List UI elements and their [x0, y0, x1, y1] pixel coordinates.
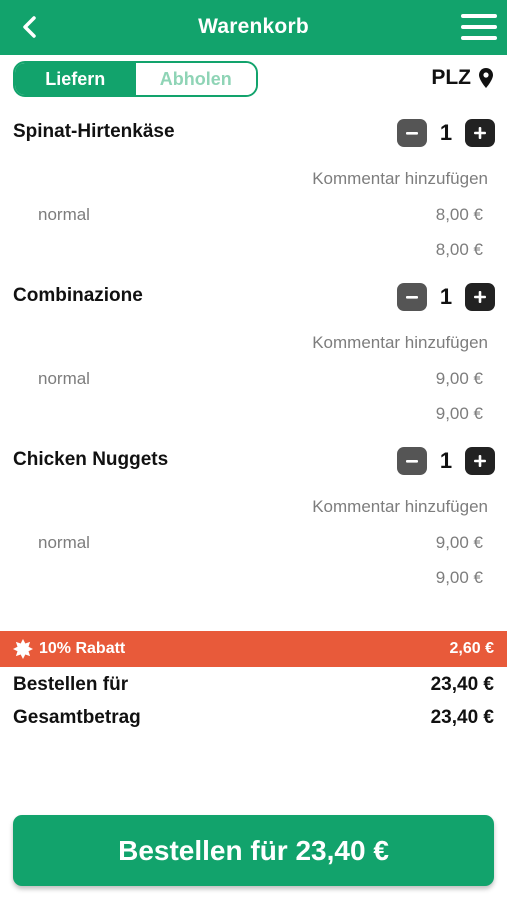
- add-comment-link[interactable]: Kommentar hinzufügen: [312, 169, 488, 189]
- delivery-mode-toggle: Liefern Abholen: [13, 61, 258, 97]
- quantity-value: 1: [439, 120, 453, 145]
- item-unit-price: 9,00 €: [435, 533, 483, 552]
- item-name: Spinat-Hirtenkäse: [13, 121, 175, 142]
- cart-item: Spinat-Hirtenkäse 1 Kommentar hinzufügen…: [0, 119, 507, 281]
- item-line-total: 9,00 €: [435, 568, 483, 587]
- quantity-stepper: 1: [397, 119, 495, 147]
- quantity-value: 1: [439, 448, 453, 473]
- plus-icon: [474, 291, 486, 303]
- item-line-total: 9,00 €: [435, 404, 483, 423]
- place-order-button[interactable]: Bestellen für 23,40 €: [13, 815, 494, 886]
- discount-label: 10% Rabatt: [39, 640, 126, 657]
- quantity-value: 1: [439, 284, 453, 309]
- quantity-stepper: 1: [397, 283, 495, 311]
- plus-icon: [474, 455, 486, 467]
- discount-banner: 10% Rabatt 2,60 €: [0, 631, 507, 667]
- postal-code-selector[interactable]: PLZ: [431, 66, 493, 90]
- increase-quantity-button[interactable]: [465, 447, 495, 475]
- tab-deliver[interactable]: Liefern: [15, 63, 136, 95]
- badge-icon: [13, 639, 33, 659]
- item-line-total: 8,00 €: [435, 240, 483, 259]
- hamburger-menu-icon: [461, 14, 497, 18]
- cart-item: Chicken Nuggets 1 Kommentar hinzufügen n…: [0, 447, 507, 609]
- postal-code-label: PLZ: [431, 66, 471, 89]
- item-unit-price: 9,00 €: [435, 369, 483, 388]
- minus-icon: [406, 460, 418, 463]
- order-for-value: 23,40 €: [430, 674, 494, 695]
- item-name: Combinazione: [13, 285, 143, 306]
- total-row: Gesamtbetrag 23,40 €: [13, 707, 494, 729]
- add-comment-link[interactable]: Kommentar hinzufügen: [312, 333, 488, 353]
- item-variant: normal: [38, 369, 90, 388]
- total-label: Gesamtbetrag: [13, 707, 141, 728]
- order-for-row: Bestellen für 23,40 €: [13, 674, 494, 696]
- item-variant: normal: [38, 205, 90, 224]
- decrease-quantity-button[interactable]: [397, 283, 427, 311]
- increase-quantity-button[interactable]: [465, 283, 495, 311]
- add-comment-link[interactable]: Kommentar hinzufügen: [312, 497, 488, 517]
- minus-icon: [406, 132, 418, 135]
- order-for-label: Bestellen für: [13, 674, 129, 695]
- item-variant: normal: [38, 533, 90, 552]
- minus-icon: [406, 296, 418, 299]
- map-pin-icon: [479, 68, 493, 88]
- discount-amount: 2,60 €: [449, 640, 494, 657]
- plus-icon: [474, 127, 486, 139]
- item-name: Chicken Nuggets: [13, 449, 169, 470]
- total-value: 23,40 €: [430, 707, 494, 728]
- tab-pickup[interactable]: Abholen: [135, 63, 256, 95]
- menu-button[interactable]: [461, 12, 497, 42]
- decrease-quantity-button[interactable]: [397, 447, 427, 475]
- page-title: Warenkorb: [198, 15, 309, 38]
- cart-item: Combinazione 1 Kommentar hinzufügen norm…: [0, 283, 507, 445]
- item-unit-price: 8,00 €: [435, 205, 483, 224]
- decrease-quantity-button[interactable]: [397, 119, 427, 147]
- quantity-stepper: 1: [397, 447, 495, 475]
- app-header: Warenkorb: [0, 0, 507, 55]
- increase-quantity-button[interactable]: [465, 119, 495, 147]
